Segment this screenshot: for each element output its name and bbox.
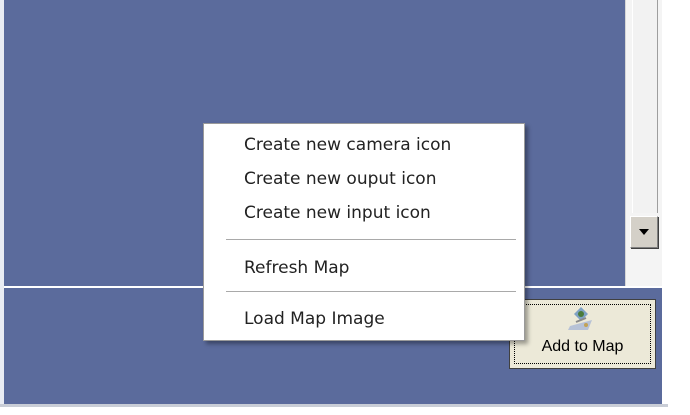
menu-item-create-input-icon[interactable]: Create new input icon xyxy=(244,203,431,223)
vertical-scrollbar[interactable] xyxy=(625,0,662,286)
add-to-map-label: Add to Map xyxy=(541,338,624,355)
menu-separator xyxy=(226,239,516,240)
menu-item-refresh-map[interactable]: Refresh Map xyxy=(244,258,349,278)
context-menu: Create new camera icon Create new ouput … xyxy=(203,123,525,341)
add-to-map-button[interactable]: Add to Map xyxy=(509,299,656,369)
arrow-down-icon xyxy=(639,229,649,235)
menu-item-create-output-icon[interactable]: Create new ouput icon xyxy=(244,169,437,189)
scroll-down-button[interactable] xyxy=(630,216,658,248)
menu-separator xyxy=(226,291,516,292)
map-pin-icon xyxy=(568,307,592,330)
scrollbar-track[interactable] xyxy=(632,0,658,213)
menu-item-create-camera-icon[interactable]: Create new camera icon xyxy=(244,135,451,155)
window-right-border xyxy=(662,0,668,404)
menu-item-load-map-image[interactable]: Load Map Image xyxy=(244,309,385,329)
